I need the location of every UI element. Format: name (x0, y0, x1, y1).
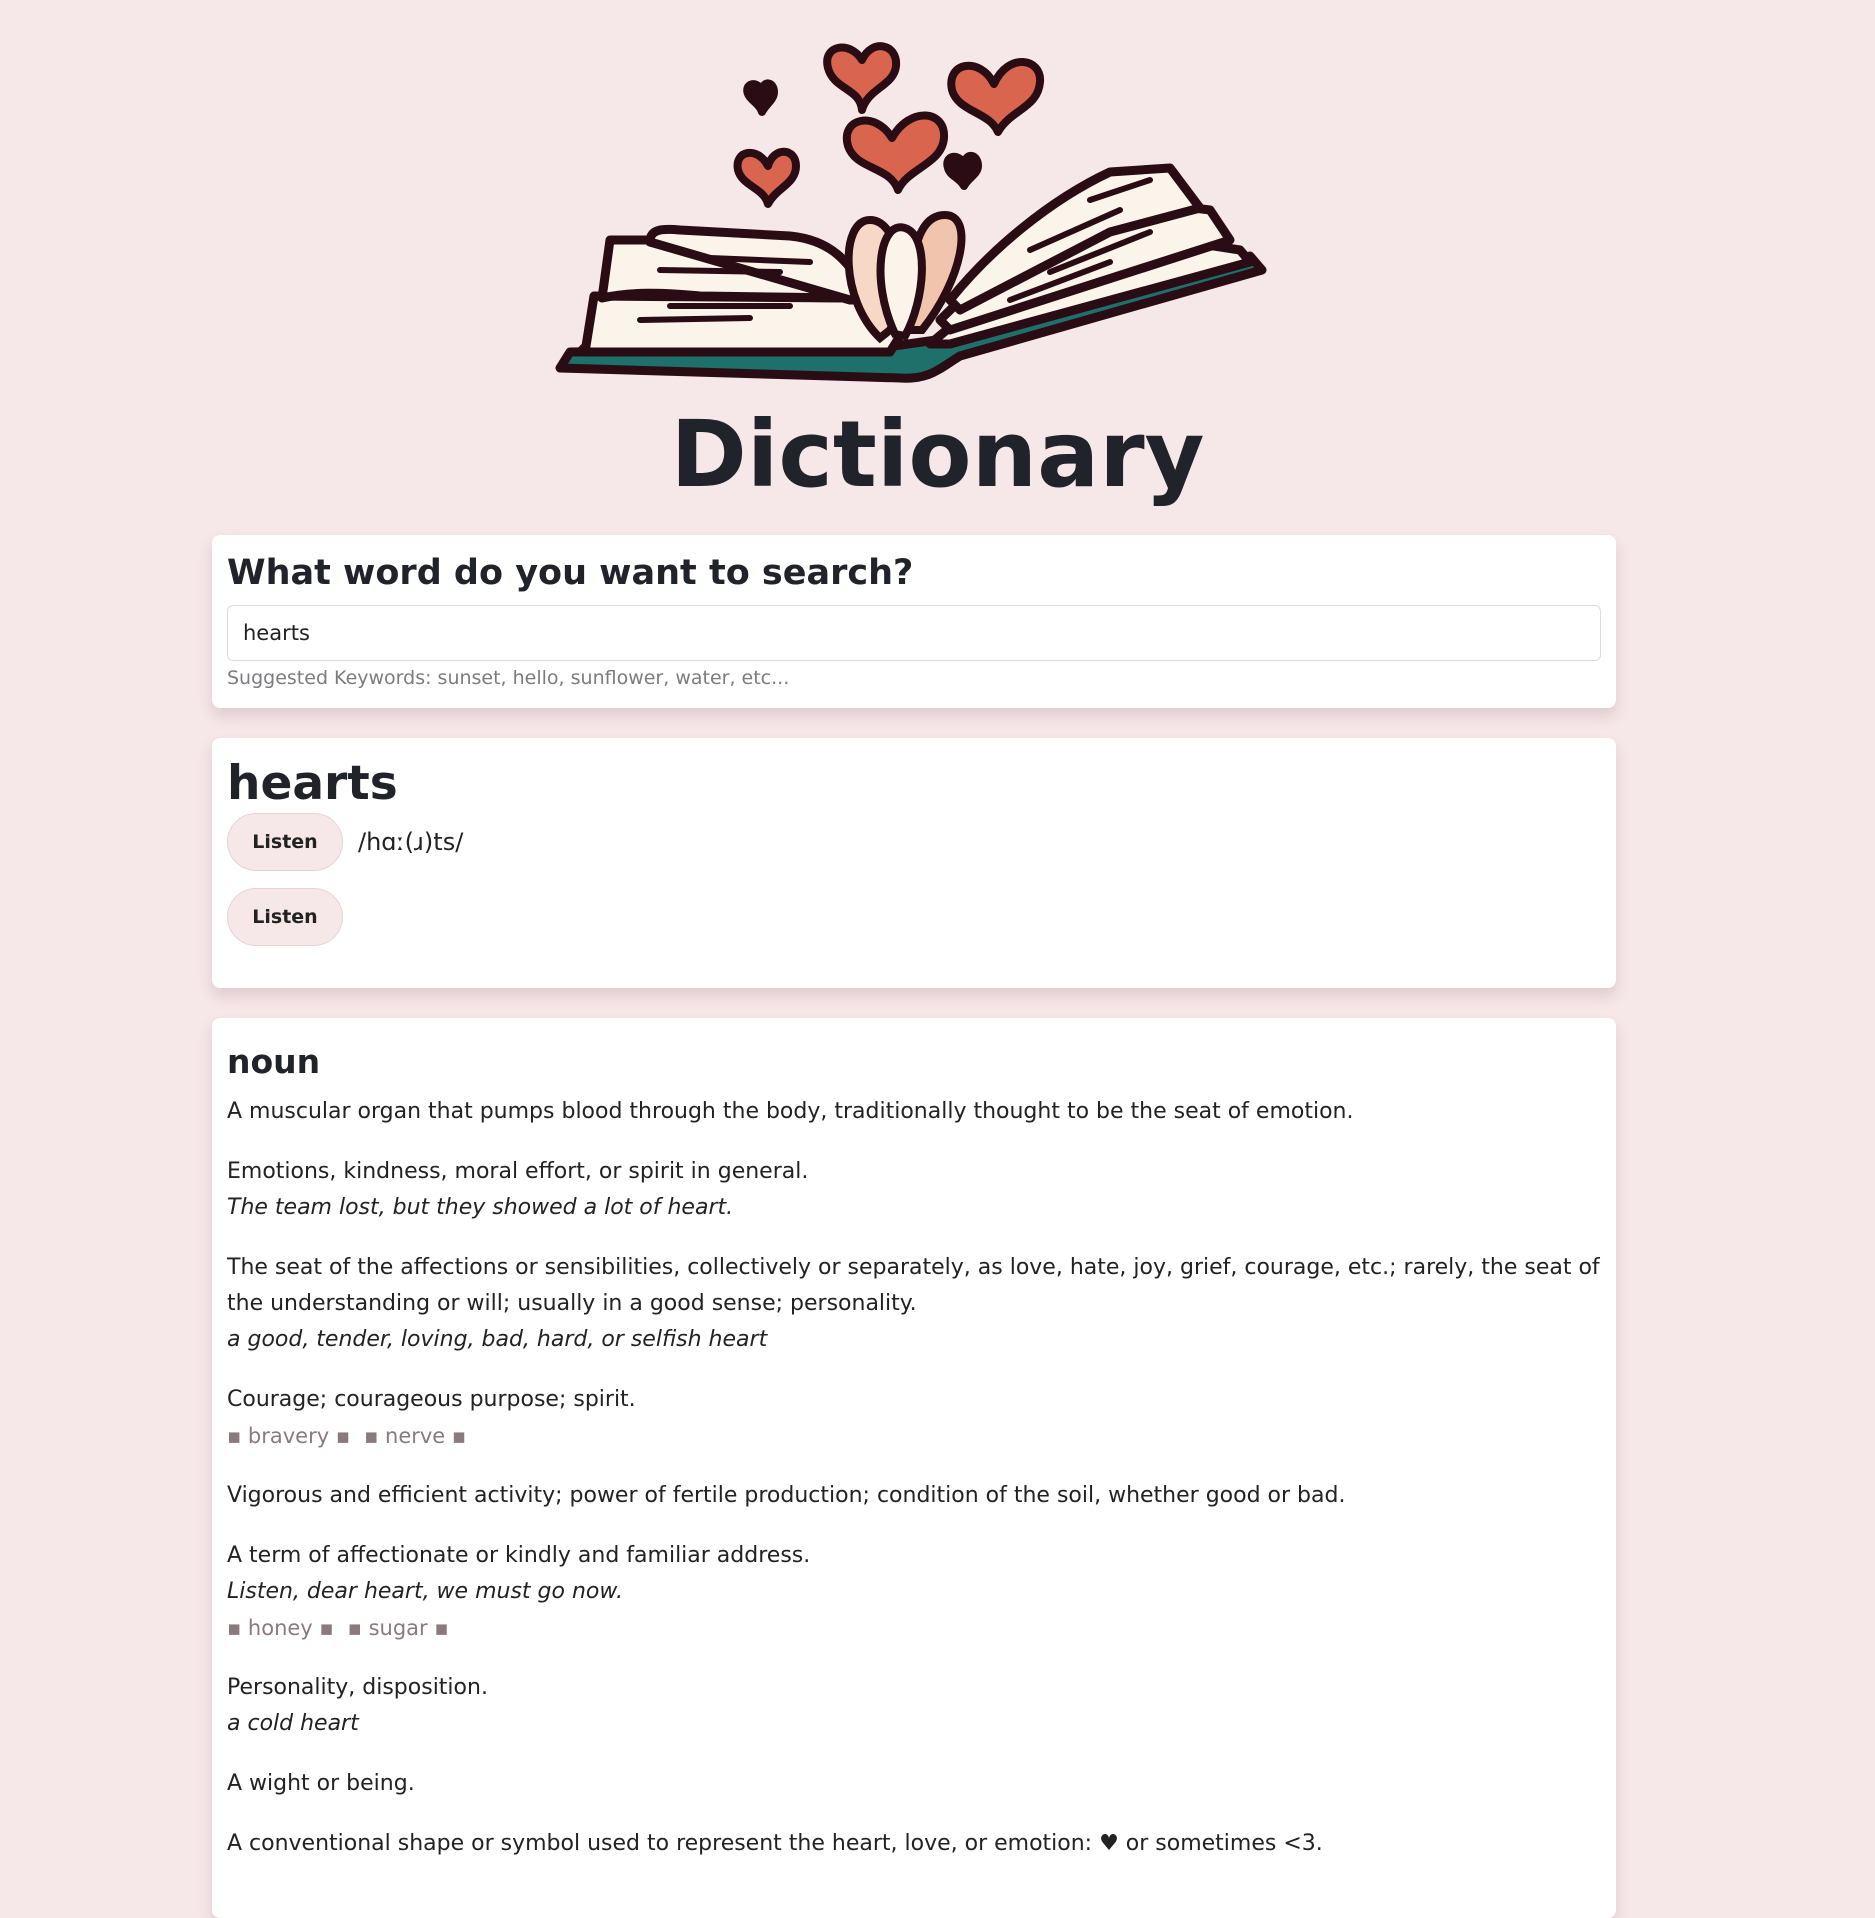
definition-list: A muscular organ that pumps blood throug… (227, 1084, 1601, 1862)
part-of-speech: noun (227, 1042, 321, 1081)
definition-example: a cold heart (227, 1711, 359, 1736)
open-book-hearts-icon (555, 42, 1267, 383)
definition-text: The seat of the affections or sensibilit… (227, 1255, 1600, 1316)
listen-button-secondary[interactable]: Listen (227, 888, 343, 946)
word-title: hearts (227, 756, 398, 811)
definition-text: A conventional shape or symbol used to r… (227, 1831, 1323, 1856)
synonym-tag: sugar (348, 1610, 449, 1646)
word-card: hearts Listen /hɑː(ɹ)ts/ Listen (212, 738, 1616, 988)
definition-item: The seat of the affections or sensibilit… (227, 1250, 1601, 1358)
search-heading: What word do you want to search? (227, 553, 914, 593)
definition-text: Vigorous and efficient activity; power o… (227, 1483, 1346, 1508)
definition-example: Listen, dear heart, we must go now. (227, 1579, 623, 1604)
search-input[interactable] (227, 605, 1601, 661)
hero-header: Dictionary (0, 0, 1875, 520)
definition-item: A muscular organ that pumps blood throug… (227, 1094, 1601, 1130)
synonym-list: bravery nerve (227, 1418, 1601, 1454)
meaning-card: noun A muscular organ that pumps blood t… (212, 1018, 1616, 1918)
definition-item: Personality, disposition. a cold heart (227, 1670, 1601, 1742)
app-title: Dictionary (670, 401, 1205, 508)
definition-text: Courage; courageous purpose; spirit. (227, 1387, 636, 1412)
definition-item: Courage; courageous purpose; spirit. brav… (227, 1382, 1601, 1454)
synonym-tag: honey (227, 1610, 334, 1646)
definition-text: A wight or being. (227, 1771, 415, 1796)
definition-text: Personality, disposition. (227, 1675, 488, 1700)
search-card: What word do you want to search? Suggest… (212, 535, 1616, 708)
definition-item: A conventional shape or symbol used to r… (227, 1826, 1601, 1862)
definition-text: Emotions, kindness, moral effort, or spi… (227, 1159, 809, 1184)
search-hint: Suggested Keywords: sunset, hello, sunfl… (227, 667, 790, 689)
definition-item: A wight or being. (227, 1766, 1601, 1802)
phonetic-text: /hɑː(ɹ)ts/ (358, 828, 464, 856)
synonym-list: honey sugar (227, 1610, 1601, 1646)
definition-item: Emotions, kindness, moral effort, or spi… (227, 1154, 1601, 1226)
definition-item: Vigorous and efficient activity; power o… (227, 1478, 1601, 1514)
synonym-tag: bravery (227, 1418, 350, 1454)
definition-text: A muscular organ that pumps blood throug… (227, 1099, 1354, 1124)
definition-text: A term of affectionate or kindly and fam… (227, 1543, 811, 1568)
listen-button[interactable]: Listen (227, 813, 343, 871)
definition-item: A term of affectionate or kindly and fam… (227, 1538, 1601, 1646)
definition-example: The team lost, but they showed a lot of … (227, 1195, 734, 1220)
definition-example: a good, tender, loving, bad, hard, or se… (227, 1327, 768, 1352)
synonym-tag: nerve (364, 1418, 466, 1454)
